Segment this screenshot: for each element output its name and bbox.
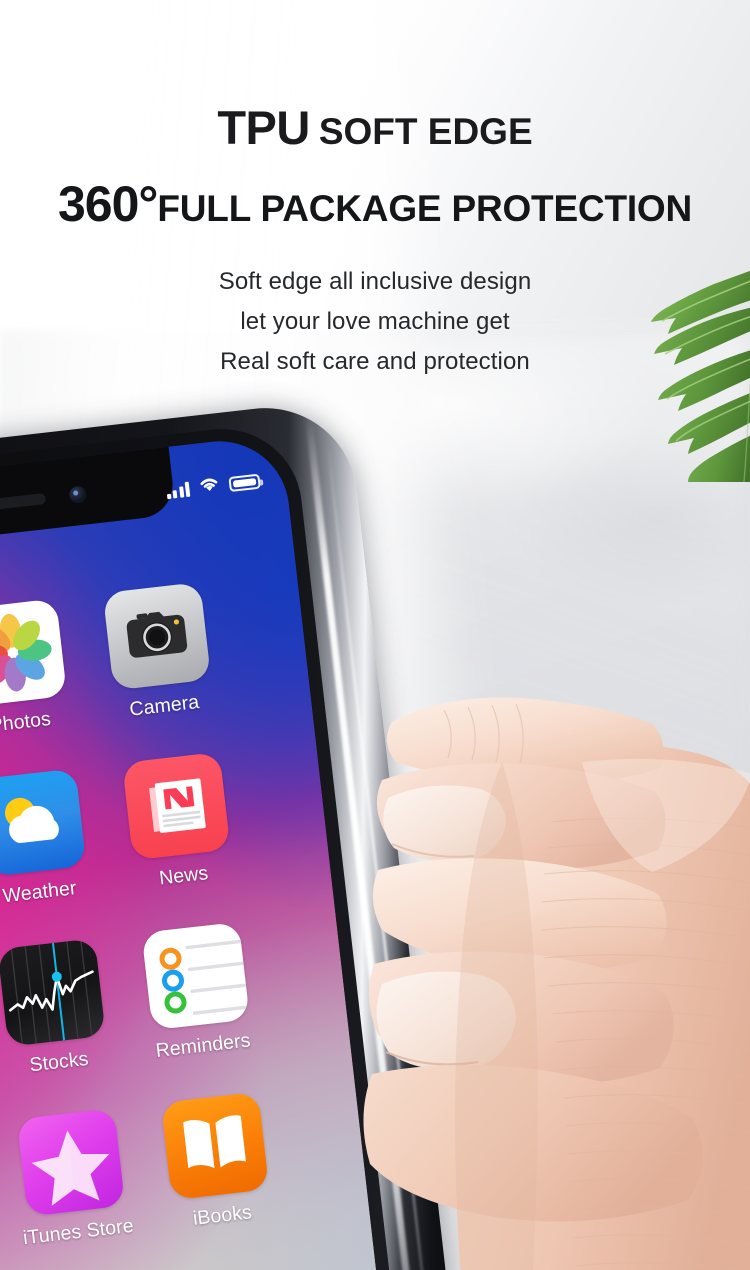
app-row: Weather News [0,741,331,924]
marketing-banner: Photos Camera Weather News Stocks Remind… [0,0,750,1270]
app-icon-news[interactable]: News [98,749,257,896]
app-label: iBooks [191,1201,254,1230]
app-icon-reminders[interactable]: Reminders [118,919,277,1066]
camera-icon [102,582,211,691]
app-icon-camera[interactable]: Camera [79,579,238,726]
headline-line-1: TPU SOFT EDGE [0,104,750,151]
app-row: iTunes Store iBooks [0,1081,369,1264]
status-bar [165,471,261,503]
ibooks-icon [160,1091,269,1201]
app-label: News [158,862,210,890]
headline-tpu: TPU [217,101,310,154]
app-icon-stocks[interactable]: Stocks [0,936,132,1083]
app-label: Camera [128,690,201,721]
subcopy-line: let your love machine get [240,308,510,335]
headline-full-package: FULL PACKAGE PROTECTION [157,188,693,229]
subcopy-line: Real soft care and protection [220,348,530,375]
headline-360: 360° [57,176,158,232]
app-label: Stocks [28,1047,90,1077]
stocks-icon [0,938,106,1047]
photos-icon [0,598,67,707]
subcopy-line: Soft edge all inclusive design [218,268,532,295]
speaker-grille-icon [0,493,47,514]
subcopy-block: Soft edge all inclusive design let your … [0,262,750,382]
reminders-icon [140,921,250,1031]
app-label [0,1229,5,1245]
front-camera-icon [68,485,88,505]
app-label: Reminders [154,1029,252,1062]
app-label: Photos [0,707,52,737]
headline-soft-edge: SOFT EDGE [318,111,533,152]
weather-icon [0,768,86,877]
app-icon-itunes-store[interactable]: iTunes Store [0,1106,152,1253]
itunes-store-icon [16,1108,125,1217]
app-label: Weather [1,877,78,908]
cellular-bars-icon [165,481,191,500]
app-icon-weather[interactable]: Weather [0,766,113,913]
app-row: Photos Camera [0,571,311,754]
app-icon-photos[interactable]: Photos [0,596,94,743]
hand-holding-phone [352,612,750,1270]
headline-line-2: 360°FULL PACKAGE PROTECTION [0,179,750,229]
app-icon-ibooks[interactable]: iBooks [137,1089,296,1236]
phone-notch [0,444,177,543]
app-label: iTunes Store [21,1214,135,1250]
battery-full-icon [228,473,261,493]
news-icon [121,751,231,861]
wifi-icon [197,475,221,498]
app-row: Stocks Reminders [0,911,350,1094]
home-screen-app-grid: Photos Camera Weather News Stocks Remind… [0,571,374,1270]
headline-block: TPU SOFT EDGE 360°FULL PACKAGE PROTECTION [0,104,750,229]
